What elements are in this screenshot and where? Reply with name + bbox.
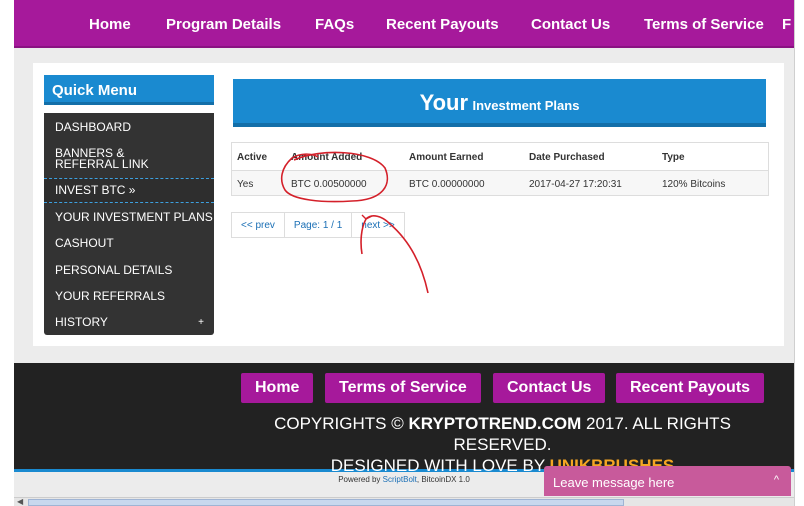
quick-menu-title: Quick Menu	[44, 75, 214, 105]
copyright-prefix: COPYRIGHTS ©	[274, 414, 409, 433]
nav-contact-us[interactable]: Contact Us	[531, 16, 610, 33]
powered-link[interactable]: ScriptBolt	[383, 475, 417, 484]
investment-plans-table: Active Amount Added Amount Earned Date P…	[231, 142, 769, 196]
pagination: << prev Page: 1 / 1 next >>	[231, 212, 405, 238]
column-header-type: Type	[662, 152, 685, 163]
powered-suffix: , BitcoinDX 1.0	[416, 475, 470, 484]
footer-terms-button[interactable]: Terms of Service	[325, 373, 481, 403]
menu-item-banners-referral[interactable]: BANNERS & REFERRAL LINK	[44, 147, 184, 170]
copyright-site[interactable]: KRYPTOTREND.COM	[408, 414, 581, 433]
powered-prefix: Powered by	[338, 475, 383, 484]
investment-plans-banner: Your Investment Plans	[233, 79, 766, 127]
pager-prev-link[interactable]: << prev	[232, 213, 285, 237]
nav-home[interactable]: Home	[89, 16, 131, 33]
top-navigation: Home Program Details FAQs Recent Payouts…	[14, 0, 794, 48]
menu-item-dashboard[interactable]: DASHBOARD	[44, 121, 214, 133]
cell-date-purchased: 2017-04-27 17:20:31	[529, 179, 622, 190]
nav-overflow-item[interactable]: F	[782, 16, 791, 33]
nav-terms-of-service[interactable]: Terms of Service	[644, 16, 764, 33]
cell-amount-added: BTC 0.00500000	[291, 179, 367, 190]
column-header-amount-added: Amount Added	[291, 152, 363, 163]
menu-item-history[interactable]: HISTORY +	[44, 315, 214, 329]
footer-home-button[interactable]: Home	[241, 373, 314, 403]
footer-recent-payouts-button[interactable]: Recent Payouts	[616, 373, 765, 403]
nav-recent-payouts[interactable]: Recent Payouts	[386, 16, 499, 33]
nav-program-details[interactable]: Program Details	[166, 16, 281, 33]
menu-item-history-label: HISTORY	[55, 315, 108, 329]
menu-item-invest-btc[interactable]: INVEST BTC »	[44, 178, 214, 203]
horizontal-scrollbar[interactable]: ◀	[14, 497, 794, 506]
column-header-amount-earned: Amount Earned	[409, 152, 484, 163]
column-header-active: Active	[237, 152, 268, 163]
live-chat-widget[interactable]: Leave message here ^	[544, 466, 791, 496]
copyright-line: COPYRIGHTS © KRYPTOTREND.COM 2017. ALL R…	[230, 413, 775, 455]
cell-type: 120% Bitcoins	[662, 179, 726, 190]
footer-contact-button[interactable]: Contact Us	[493, 373, 606, 403]
pager-page-indicator: Page: 1 / 1	[285, 213, 353, 237]
designed-prefix: DESIGNED WITH LOVE BY	[330, 456, 550, 475]
menu-item-cashout[interactable]: CASHOUT	[44, 237, 214, 249]
chevron-up-icon[interactable]: ^	[774, 474, 779, 486]
menu-item-your-referrals[interactable]: YOUR REFERRALS	[44, 290, 214, 302]
scrollbar-thumb[interactable]	[28, 499, 624, 506]
plans-title-small: Investment Plans	[472, 98, 580, 113]
menu-item-personal-details[interactable]: PERSONAL DETAILS	[44, 264, 214, 276]
cell-amount-earned: BTC 0.00000000	[409, 179, 485, 190]
expand-plus-icon[interactable]: +	[198, 317, 204, 328]
pager-next-link[interactable]: next >>	[352, 213, 403, 237]
column-header-date-purchased: Date Purchased	[529, 152, 605, 163]
plans-title-big: Your	[419, 90, 469, 115]
quick-menu: DASHBOARD BANNERS & REFERRAL LINK INVEST…	[44, 113, 214, 335]
vertical-scrollbar[interactable]	[794, 0, 804, 506]
menu-item-your-investment-plans[interactable]: YOUR INVESTMENT PLANS	[44, 211, 214, 223]
scroll-left-arrow-icon[interactable]: ◀	[17, 497, 23, 506]
chat-label: Leave message here	[553, 475, 675, 490]
nav-faqs[interactable]: FAQs	[315, 16, 354, 33]
cell-active: Yes	[237, 179, 254, 190]
